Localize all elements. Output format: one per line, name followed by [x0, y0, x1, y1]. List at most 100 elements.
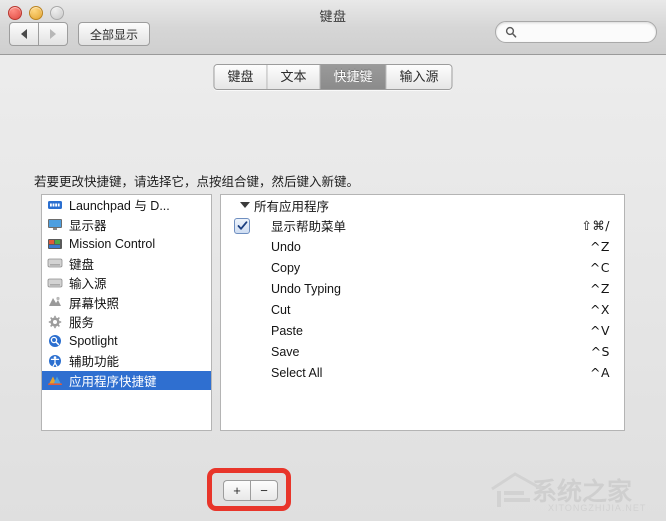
shortcut-key[interactable]: ^Z	[590, 239, 610, 254]
shortcut-group-row[interactable]: 所有应用程序	[221, 195, 624, 215]
shortcut-row[interactable]: Select All ^A	[221, 362, 624, 383]
shortcut-name: Cut	[271, 302, 291, 317]
launchpad-icon	[48, 200, 62, 209]
tab-label: 键盘	[227, 69, 254, 84]
show-all-label: 全部显示	[90, 27, 139, 42]
shortcut-key[interactable]: ^V	[590, 323, 610, 338]
shortcut-row[interactable]: Save ^S	[221, 341, 624, 362]
tab-label: 文本	[280, 69, 307, 84]
shortcut-checkbox-cell	[227, 217, 257, 234]
tab-group: 键盘 文本 快捷键 输入源	[213, 64, 453, 90]
shortcut-row[interactable]: Copy ^C	[221, 257, 624, 278]
shortcut-row[interactable]: Undo ^Z	[221, 236, 624, 257]
shortcut-name: Select All	[271, 365, 323, 380]
checkmark-icon	[237, 220, 247, 230]
spotlight-icon	[49, 335, 61, 348]
tab-strip: 键盘 文本 快捷键 输入源	[0, 55, 666, 93]
sidebar-item[interactable]: Mission Control	[42, 234, 211, 254]
keyboard-icon	[47, 258, 63, 268]
sidebar-item-label: 应用程序快捷键	[69, 374, 157, 389]
navigation-buttons	[9, 22, 68, 46]
app-shortcuts-icon	[48, 376, 62, 386]
category-sidebar[interactable]: Launchpad 与 D... 显示器 Mission Control 键盘输入源屏…	[41, 194, 212, 431]
shortcut-name: 显示帮助菜单	[271, 220, 347, 234]
mission-control-icon	[47, 237, 63, 251]
sidebar-item-label: 键盘	[69, 257, 95, 272]
tab-label: 快捷键	[333, 69, 373, 84]
shortcut-row[interactable]: Paste ^V	[221, 320, 624, 341]
watermark-logo-icon	[491, 472, 543, 507]
sidebar-item-label: Mission Control	[69, 236, 156, 251]
shortcut-key[interactable]: ^S	[591, 344, 610, 359]
display-icon	[48, 219, 62, 231]
window-titlebar: 键盘 全部显示	[0, 0, 666, 55]
keyboard-icon	[47, 256, 63, 270]
shortcut-row[interactable]: Undo Typing ^Z	[221, 278, 624, 299]
shortcut-key[interactable]: ^X	[590, 302, 610, 317]
tab-4[interactable]: 输入源	[386, 65, 452, 89]
watermark-text: 系统之家	[532, 477, 633, 506]
app-shortcuts-icon	[47, 373, 63, 387]
shortcut-key[interactable]: ^A	[590, 365, 610, 380]
sidebar-item-label: 屏幕快照	[69, 296, 120, 311]
screenshot-icon	[49, 297, 61, 307]
tab-3-active[interactable]: 快捷键	[320, 65, 387, 89]
show-all-button[interactable]: 全部显示	[78, 22, 151, 46]
sidebar-item[interactable]: 屏幕快照	[42, 293, 211, 313]
panel-divider	[212, 194, 220, 431]
annotation-highlight-box	[207, 468, 291, 511]
sidebar-item[interactable]: 辅助功能	[42, 351, 211, 371]
shortcut-name: Paste	[271, 323, 303, 338]
sidebar-item-label: Launchpad 与 D...	[69, 199, 170, 214]
shortcut-group-label: 所有应用程序	[254, 199, 330, 214]
watermark: 系统之家 XITONGZHIJIA.NET	[486, 465, 662, 519]
shortcut-row[interactable]: 显示帮助菜单 ⇧⌘/	[221, 215, 624, 236]
input-source-icon	[47, 278, 63, 288]
input-source-icon	[47, 276, 63, 290]
accessibility-icon	[47, 354, 63, 368]
tab-1[interactable]: 键盘	[214, 65, 268, 89]
shortcut-row[interactable]: Cut ^X	[221, 299, 624, 320]
search-icon	[505, 26, 517, 38]
shortcut-name: Undo	[271, 239, 301, 254]
keyboard-preferences-window: 键盘 全部显示 键盘 文本 快捷键 输入源 若要更改快捷键，请选择它，点按组合键，然后…	[0, 0, 666, 521]
mission-control-icon	[48, 238, 62, 249]
display-icon	[47, 217, 63, 231]
sidebar-item[interactable]: 输入源	[42, 273, 211, 293]
accessibility-icon	[49, 354, 61, 367]
sidebar-item[interactable]: 键盘	[42, 254, 211, 274]
sidebar-item[interactable]: 显示器	[42, 215, 211, 235]
services-gear-icon	[48, 315, 62, 328]
sidebar-item[interactable]: 应用程序快捷键	[42, 370, 211, 390]
shortcut-key[interactable]: ^Z	[590, 281, 610, 296]
chevron-left-icon	[21, 29, 27, 39]
shortcut-panels: Launchpad 与 D... 显示器 Mission Control 键盘输入源屏…	[41, 194, 625, 431]
spotlight-icon	[47, 334, 63, 348]
services-gear-icon	[47, 315, 63, 329]
tab-2[interactable]: 文本	[267, 65, 321, 89]
watermark-subtext: XITONGZHIJIA.NET	[548, 503, 647, 513]
shortcut-key[interactable]: ^C	[590, 260, 610, 275]
sidebar-item-label: 辅助功能	[69, 355, 120, 370]
sidebar-item[interactable]: Spotlight	[42, 332, 211, 352]
sidebar-item[interactable]: 服务	[42, 312, 211, 332]
sidebar-item-label: 服务	[69, 316, 95, 331]
search-field[interactable]	[495, 21, 666, 43]
sidebar-item[interactable]: Launchpad 与 D...	[42, 195, 211, 215]
sidebar-item-label: 显示器	[69, 218, 107, 233]
disclosure-triangle-icon[interactable]	[240, 202, 250, 208]
shortcut-name: Copy	[271, 260, 301, 275]
shortcut-name: Save	[271, 344, 300, 359]
shortcut-name: Undo Typing	[271, 281, 341, 296]
tab-label: 输入源	[399, 69, 439, 84]
shortcut-checkbox[interactable]	[234, 217, 250, 234]
screenshot-icon	[47, 295, 63, 309]
forward-button[interactable]	[38, 22, 68, 46]
search-input[interactable]	[522, 24, 666, 40]
shortcut-key[interactable]: ⇧⌘/	[581, 218, 610, 233]
launchpad-icon	[47, 198, 63, 212]
shortcut-list-panel[interactable]: 所有应用程序 显示帮助菜单 ⇧⌘/ Undo ^Z Copy ^C Undo Typing ^…	[220, 194, 625, 431]
sidebar-item-label: Spotlight	[69, 334, 118, 349]
back-button[interactable]	[9, 22, 38, 46]
sidebar-item-label: 输入源	[69, 277, 107, 292]
